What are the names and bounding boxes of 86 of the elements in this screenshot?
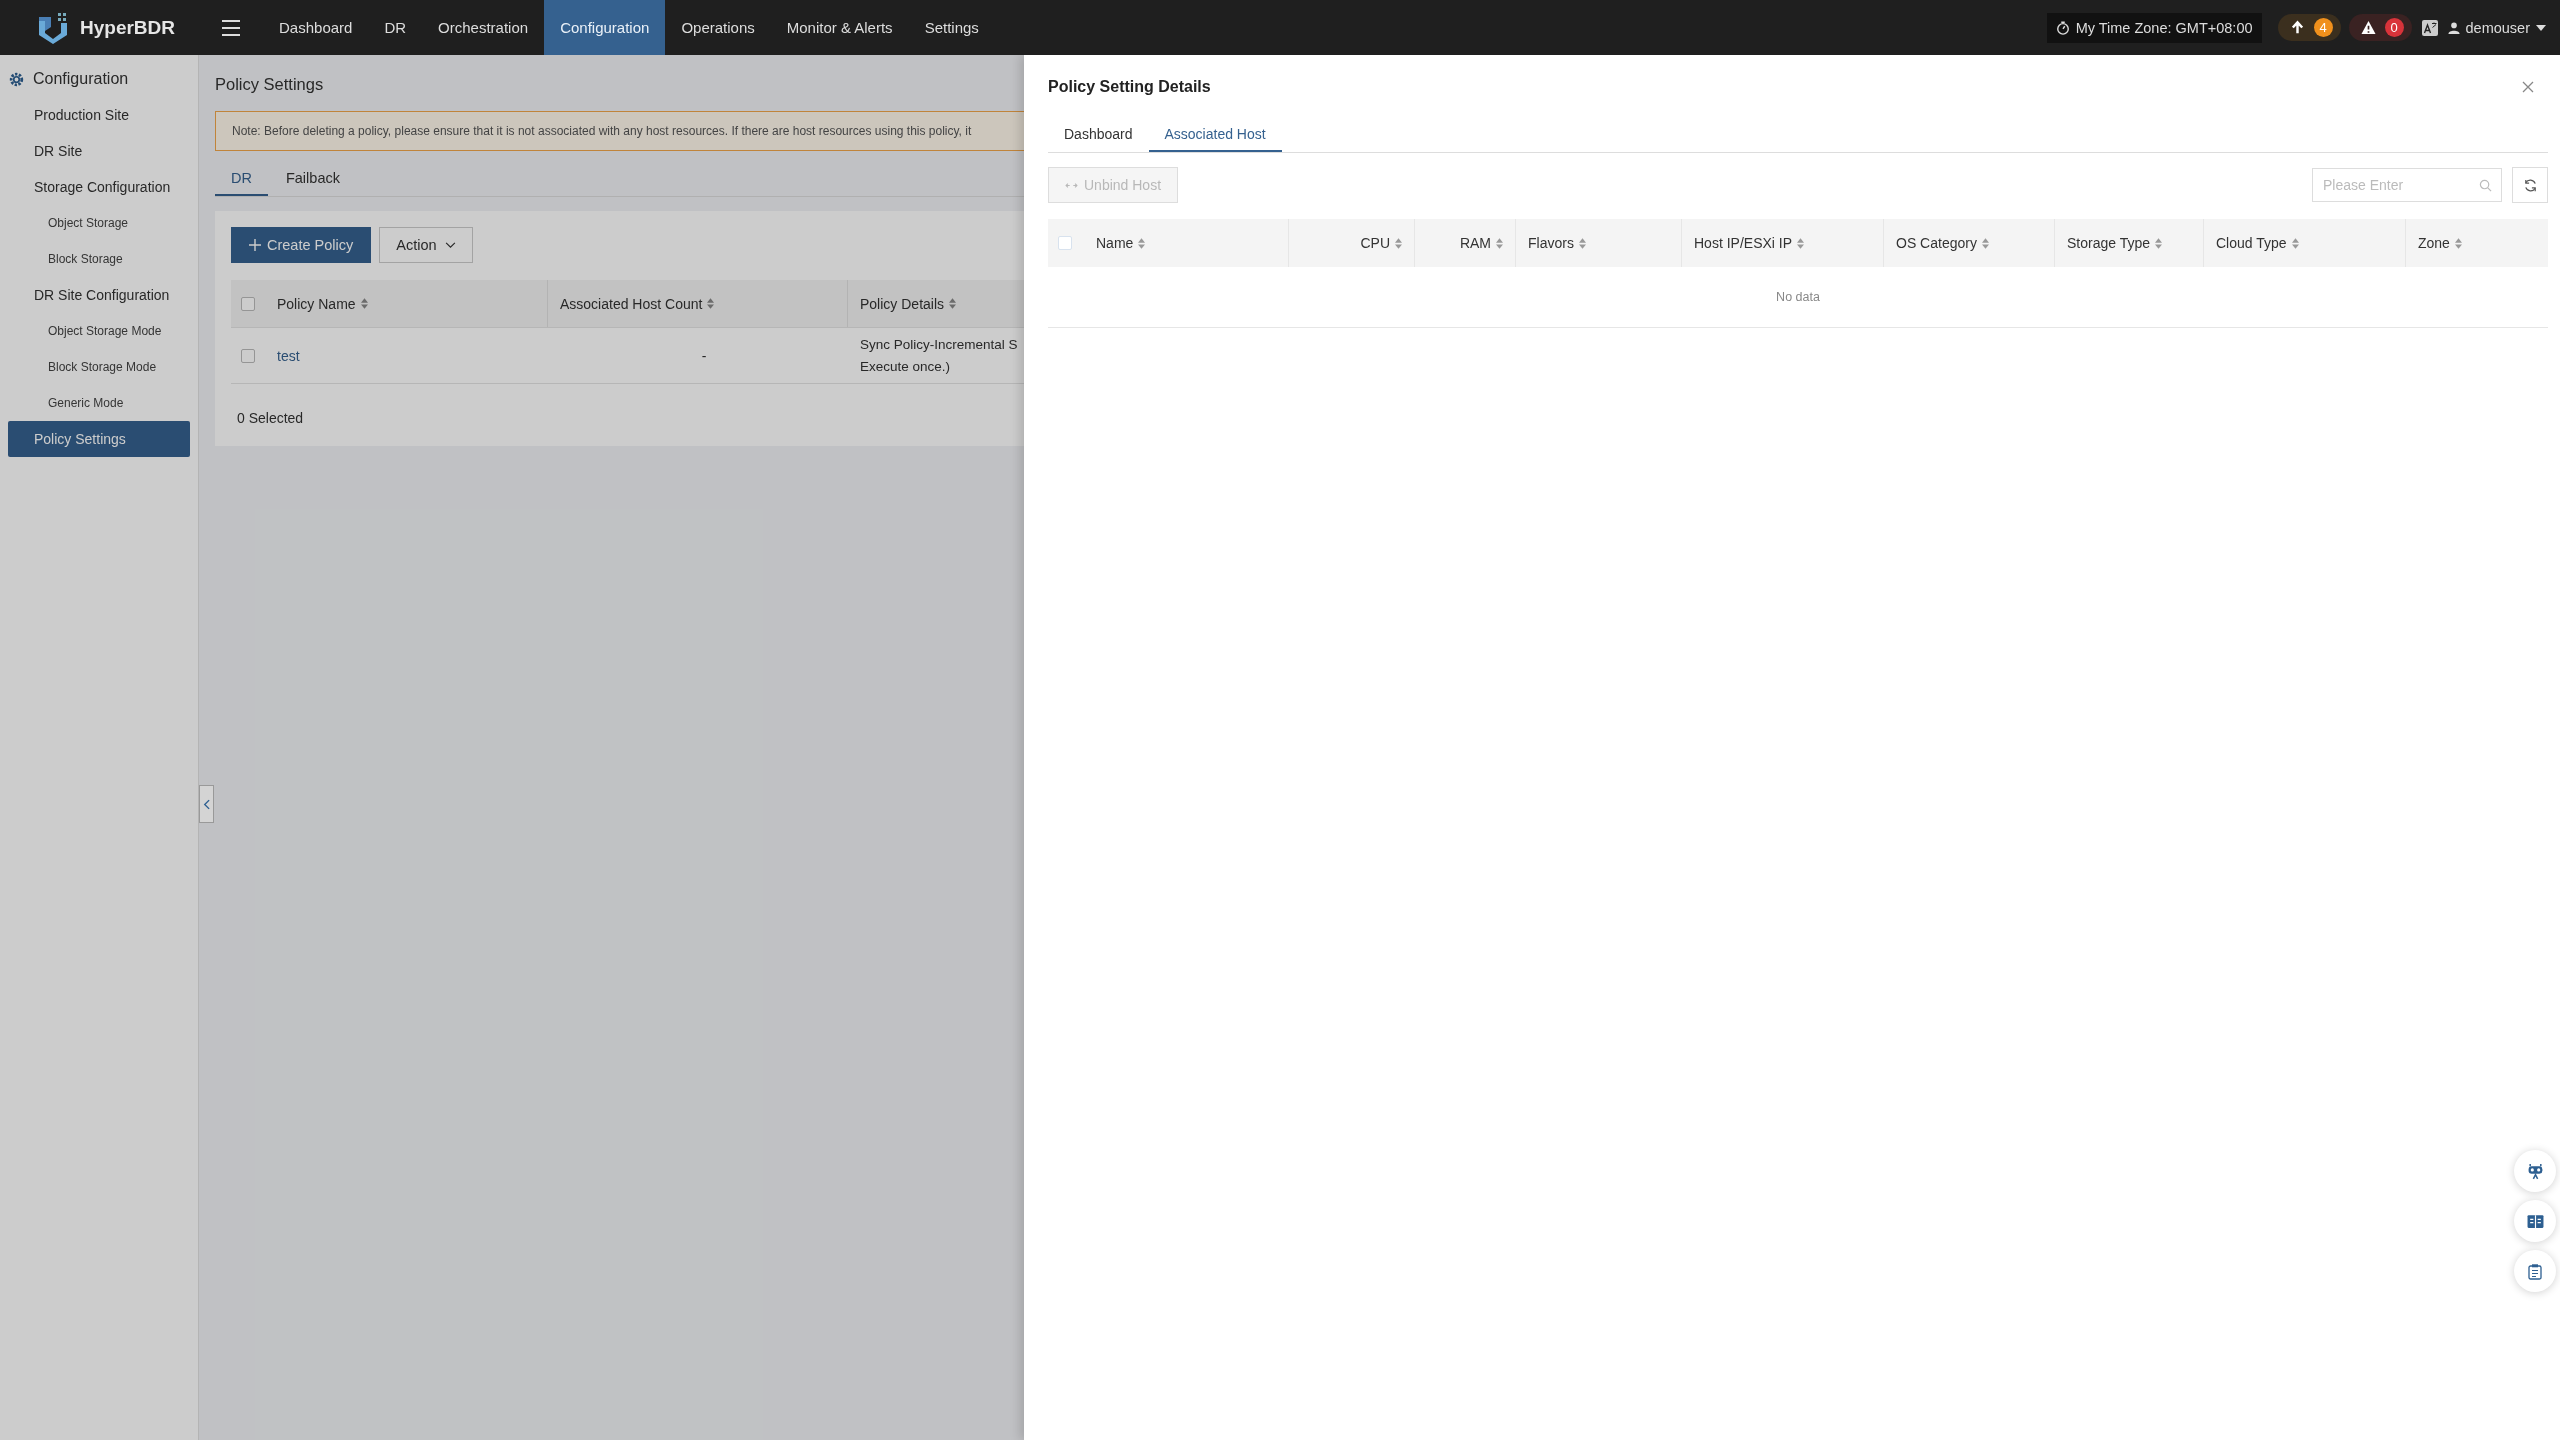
sidebar-item[interactable]: Production Site [8,97,190,133]
table-cell-text: Sync Policy-Incremental S Execute once.) [860,335,1018,376]
arrow-up-icon [2289,20,2305,35]
plus-icon [249,239,261,251]
drawer-title: Policy Setting Details [1048,78,1211,96]
nav-item[interactable]: Configuration [544,0,666,55]
empty-message: No data [1048,267,2548,328]
translate-icon[interactable] [2421,19,2438,36]
count-badge: 4 [2313,18,2333,37]
caret-icon [2536,24,2546,31]
sort-icon[interactable] [949,298,957,309]
stopwatch-icon [2055,20,2070,35]
nav-item[interactable]: DR [368,0,423,55]
timezone-text: My Time Zone: GMT+08:00 [2075,19,2253,36]
refresh-button[interactable] [2512,167,2548,203]
brand-name: HyperBDR [80,16,176,39]
nav-item[interactable]: Operations [665,0,771,55]
tab[interactable]: Dashboard [1048,119,1149,152]
action-button[interactable]: Action [379,227,473,263]
sort-icon[interactable] [707,298,715,309]
chevron-down-icon [444,241,456,249]
sort-icon[interactable] [1138,237,1146,249]
column-header[interactable]: RAM [1459,235,1491,251]
column-header[interactable]: OS Category [1896,235,1977,251]
sort-icon[interactable] [1496,237,1503,249]
sidebar-subitem[interactable]: Object Storage [8,205,190,241]
chevron-left-icon [203,798,210,810]
sidebar-item[interactable]: Policy Settings [8,421,190,457]
count-badge: 0 [2384,18,2404,37]
collapse-button[interactable] [199,785,214,823]
column-header[interactable]: Name [1096,235,1134,251]
alerts-button[interactable]: 0 [2348,14,2412,41]
robot-icon [2526,1162,2544,1180]
selection-count: 0 Selected [236,410,305,426]
column-header[interactable]: Storage Type [2067,235,2151,251]
sidebar-item[interactable]: DR Site Configuration [8,277,190,313]
nav-item[interactable]: Monitor & Alerts [770,0,909,55]
search-icon [2479,179,2492,192]
column-header[interactable]: Associated Host Count [560,295,703,312]
book-icon [2526,1213,2544,1229]
search-field[interactable]: Please Enter [2312,168,2502,202]
user-menu[interactable]: demouser [2447,19,2546,36]
checkbox[interactable] [241,296,255,311]
sidebar-subitem[interactable]: Generic Mode [8,385,190,421]
nav-item[interactable]: Orchestration [422,0,545,55]
gear-icon [8,70,25,88]
clipboard-icon [2528,1262,2542,1280]
tab[interactable]: Failback [269,161,356,196]
menu-icon[interactable] [221,19,242,36]
column-header[interactable]: Policy Details [860,295,945,312]
checkbox[interactable] [241,348,255,363]
user-icon [2447,21,2460,34]
column-header[interactable]: Flavors [1528,235,1574,251]
nav-item[interactable]: Settings [908,0,995,55]
sidebar-heading: Configuration [33,70,129,88]
column-header[interactable]: Cloud Type [2216,235,2287,251]
page-title: Policy Settings [215,73,325,95]
close-icon[interactable] [2522,81,2534,93]
nav-item[interactable]: Dashboard [263,0,369,55]
column-header[interactable]: Host IP/ESXi IP [1694,235,1793,251]
sidebar-subitem[interactable]: Block Storage [8,241,190,277]
refresh-icon [2522,177,2538,193]
policy-link[interactable]: test [277,347,300,364]
create-policy-button[interactable]: Create Policy [231,227,372,263]
sort-icon[interactable] [1797,237,1805,249]
shield-logo-icon [36,10,70,45]
sort-icon[interactable] [1395,237,1402,249]
sort-icon[interactable] [2155,237,2163,249]
sort-icon[interactable] [2454,237,2462,249]
tab[interactable]: Associated Host [1148,119,1282,152]
sidebar-item[interactable]: Storage Configuration [8,169,190,205]
column-header[interactable]: CPU [1360,235,1390,251]
sidebar-item[interactable]: DR Site [8,133,190,169]
checkbox[interactable] [1058,236,1072,250]
sort-icon[interactable] [360,298,368,309]
tab[interactable]: DR [215,161,268,196]
column-header[interactable]: Policy Name [277,295,356,312]
column-header[interactable]: Zone [2418,235,2450,251]
sidebar-subitem[interactable]: Object Storage Mode [8,313,190,349]
sort-icon[interactable] [1578,237,1586,249]
sidebar-subitem[interactable]: Block Storage Mode [8,349,190,385]
warning-note: Note: Before deleting a policy, please ensure that it is not associated with any host resources. If there are host resources using this policy, it [215,111,1024,151]
sort-icon[interactable] [1981,237,1989,249]
sort-icon[interactable] [2291,237,2299,249]
warning-icon [2360,20,2376,35]
table-cell: - [701,347,707,364]
